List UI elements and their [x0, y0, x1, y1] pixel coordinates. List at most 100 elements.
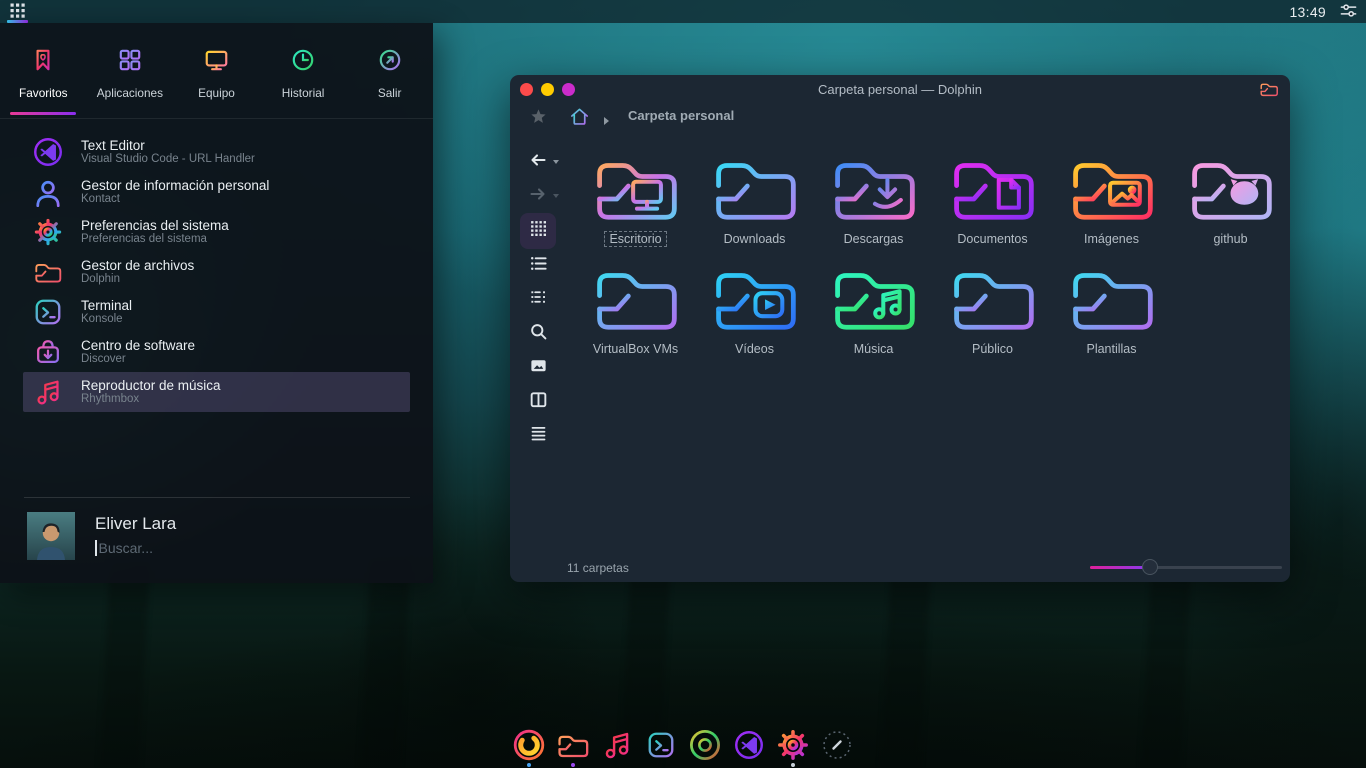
- folder-imagenes[interactable]: Imágenes: [1052, 145, 1171, 255]
- favorite-subtitle: Kontact: [81, 193, 269, 206]
- folder-icon: [947, 150, 1039, 230]
- folder-downloads[interactable]: Downloads: [695, 145, 814, 255]
- side-search[interactable]: [519, 317, 557, 351]
- folder-virtualbox-vms[interactable]: VirtualBox VMs: [576, 255, 695, 365]
- titlebar[interactable]: Carpeta personal — Dolphin: [510, 75, 1290, 103]
- search-wrap: [95, 540, 379, 556]
- favorite-texts: Text Editor Visual Studio Code - URL Han…: [81, 138, 255, 167]
- folder-publico[interactable]: Público: [933, 255, 1052, 365]
- favorite-texts: Gestor de archivos Dolphin: [81, 258, 194, 287]
- dolphin-window: Carpeta personal — Dolphin Carpeta perso…: [510, 75, 1290, 582]
- tab-favoritos[interactable]: Favoritos: [0, 23, 87, 118]
- folder-escritorio[interactable]: Escritorio: [576, 145, 695, 255]
- favorite-text-editor[interactable]: Text Editor Visual Studio Code - URL Han…: [23, 132, 410, 172]
- favorite-title: Gestor de archivos: [81, 258, 194, 274]
- folder-documentos[interactable]: Documentos: [933, 145, 1052, 255]
- launcher-tabs: Favoritos Aplicaciones Equipo Historial …: [0, 23, 433, 119]
- folder-icon: [709, 260, 801, 340]
- folder-videos[interactable]: Vídeos: [695, 255, 814, 365]
- dock-konsole[interactable]: [644, 728, 678, 767]
- statusbar: 11 carpetas: [510, 553, 1290, 582]
- search-input[interactable]: [99, 540, 379, 556]
- dock-dolphin-folder[interactable]: [556, 728, 590, 767]
- dock-app-icon: [512, 728, 546, 762]
- side-forward-arrow[interactable]: [519, 179, 557, 213]
- favorite-texts: Terminal Konsole: [81, 298, 132, 327]
- side-tool-icon: [529, 322, 548, 346]
- dock-app-icon: [688, 728, 722, 762]
- tab-historial[interactable]: Historial: [260, 23, 347, 118]
- dock-app-icon: [776, 728, 810, 762]
- folder-descargas[interactable]: Descargas: [814, 145, 933, 255]
- favorite-icon: [33, 337, 63, 367]
- folder-icon: [1066, 260, 1158, 340]
- dock-rhythmbox[interactable]: [600, 728, 634, 767]
- favorite-centro-de-software[interactable]: Centro de software Discover: [23, 332, 410, 372]
- folder-github[interactable]: github: [1171, 145, 1290, 255]
- side-tool-icon: [529, 424, 548, 448]
- side-tool-icon: [528, 150, 548, 175]
- user-column: Eliver Lara: [95, 512, 379, 560]
- folder-label: Plantillas: [1081, 341, 1141, 357]
- dock-firefox[interactable]: [512, 728, 546, 767]
- zoom-slider[interactable]: [1090, 566, 1282, 569]
- tweaks-icon[interactable]: [1339, 1, 1358, 23]
- app-grid-icon: [10, 3, 25, 21]
- side-back-arrow[interactable]: [519, 145, 557, 179]
- favorite-gestor-de-informacion-personal[interactable]: Gestor de información personal Kontact: [23, 172, 410, 212]
- favorite-title: Reproductor de música: [81, 378, 221, 394]
- folder-musica[interactable]: Música: [814, 255, 933, 365]
- favorite-subtitle: Dolphin: [81, 273, 194, 286]
- favorite-subtitle: Rhythmbox: [81, 393, 221, 406]
- favorite-gestor-de-archivos[interactable]: Gestor de archivos Dolphin: [23, 252, 410, 292]
- side-menu[interactable]: [519, 419, 557, 453]
- side-split-view[interactable]: [519, 385, 557, 419]
- text-caret: [95, 540, 97, 556]
- folder-label: Vídeos: [730, 341, 779, 357]
- folder-icon: [1066, 150, 1158, 230]
- folder-icon: [590, 150, 682, 230]
- favorite-terminal[interactable]: Terminal Konsole: [23, 292, 410, 332]
- breadcrumb[interactable]: Carpeta personal: [628, 108, 734, 123]
- running-indicator: [791, 763, 795, 767]
- folder-icon: [828, 150, 920, 230]
- dock-chromium[interactable]: [688, 728, 722, 767]
- favorite-preferencias-del-sistema[interactable]: Preferencias del sistema Preferencias de…: [23, 212, 410, 252]
- folder-icon: [828, 260, 920, 340]
- dock-latte-settings[interactable]: [820, 728, 854, 767]
- tab-icon: [30, 47, 56, 78]
- running-indicator: [527, 763, 531, 767]
- side-preview[interactable]: [519, 351, 557, 385]
- side-tool-icon: [528, 184, 548, 209]
- side-list-view[interactable]: [519, 249, 557, 283]
- minimize-button[interactable]: [541, 83, 554, 96]
- clock[interactable]: 13:49: [1289, 4, 1326, 20]
- bookmark-star-icon[interactable]: [530, 108, 547, 130]
- side-compact-view[interactable]: [519, 283, 557, 317]
- maximize-button[interactable]: [562, 83, 575, 96]
- tab-aplicaciones[interactable]: Aplicaciones: [87, 23, 174, 118]
- folder-plantillas[interactable]: Plantillas: [1052, 255, 1171, 365]
- zoom-slider-knob[interactable]: [1142, 559, 1158, 575]
- app-launcher-button[interactable]: [0, 0, 34, 23]
- avatar[interactable]: [27, 512, 75, 560]
- dock-settings-gear[interactable]: [776, 728, 810, 767]
- tab-label: Historial: [282, 86, 325, 100]
- location-toolbar: Carpeta personal: [510, 103, 1290, 139]
- tab-icon: [377, 47, 403, 78]
- close-button[interactable]: [520, 83, 533, 96]
- user-area: Eliver Lara: [27, 512, 379, 560]
- window-app-icon: [1259, 81, 1290, 97]
- home-icon[interactable]: [569, 106, 590, 132]
- favorite-reproductor-de-musica[interactable]: Reproductor de música Rhythmbox: [23, 372, 410, 412]
- folder-label: Documentos: [952, 231, 1032, 247]
- application-launcher-panel: Favoritos Aplicaciones Equipo Historial …: [0, 23, 433, 583]
- side-grid-view[interactable]: [520, 213, 556, 249]
- panel-divider: [24, 497, 410, 498]
- folder-label: Imágenes: [1079, 231, 1144, 247]
- tab-salir[interactable]: Salir: [346, 23, 433, 118]
- favorite-title: Terminal: [81, 298, 132, 314]
- dock-vscode[interactable]: [732, 728, 766, 767]
- folder-label: Downloads: [719, 231, 791, 247]
- tab-equipo[interactable]: Equipo: [173, 23, 260, 118]
